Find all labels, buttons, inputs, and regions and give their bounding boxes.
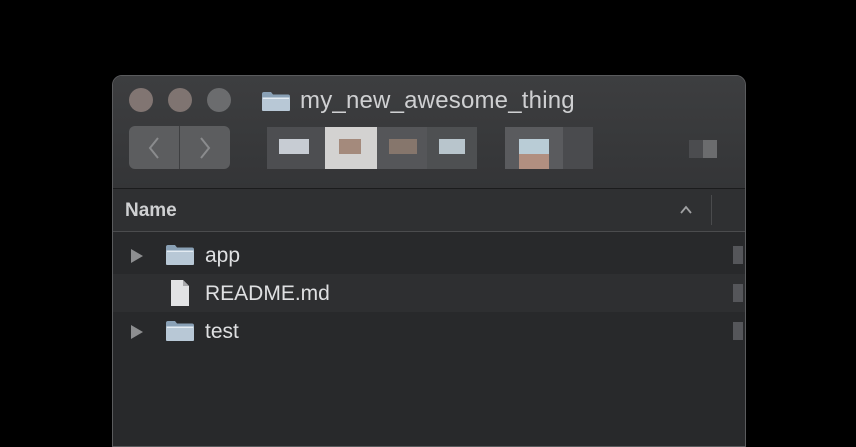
finder-window: my_new_awesome_thing Name app README.md … (112, 75, 746, 447)
window-title-text: my_new_awesome_thing (300, 87, 575, 114)
column-header[interactable]: Name (113, 189, 745, 232)
name-column-header[interactable]: Name (125, 200, 177, 222)
chevron-up-icon (680, 205, 692, 214)
obscured-column (733, 322, 743, 340)
folder-icon (261, 91, 291, 112)
minimize-window-button[interactable] (168, 88, 192, 112)
chevron-right-icon (200, 136, 211, 159)
folder-icon (165, 320, 195, 342)
zoom-window-button[interactable] (207, 88, 231, 112)
disclosure-triangle-icon[interactable] (131, 249, 143, 263)
list-item[interactable]: app (113, 236, 745, 274)
back-button[interactable] (129, 126, 179, 169)
file-name: README.md (205, 282, 330, 305)
folder-icon (165, 244, 195, 266)
obscured-column (733, 246, 743, 264)
list-item[interactable]: test (113, 312, 745, 350)
list-item[interactable]: README.md (113, 274, 745, 312)
file-name: test (205, 320, 239, 343)
forward-button[interactable] (179, 126, 230, 169)
disclosure-triangle-icon[interactable] (131, 325, 143, 339)
title-bar: my_new_awesome_thing (113, 76, 745, 189)
column-divider[interactable] (711, 195, 712, 225)
obscured-column (733, 284, 743, 302)
chevron-left-icon (148, 136, 159, 159)
window-title: my_new_awesome_thing (261, 86, 575, 116)
file-name: app (205, 244, 241, 267)
navigation-buttons (129, 126, 230, 169)
document-icon (165, 280, 195, 306)
file-list: app README.md test (113, 236, 745, 350)
close-window-button[interactable] (129, 88, 153, 112)
